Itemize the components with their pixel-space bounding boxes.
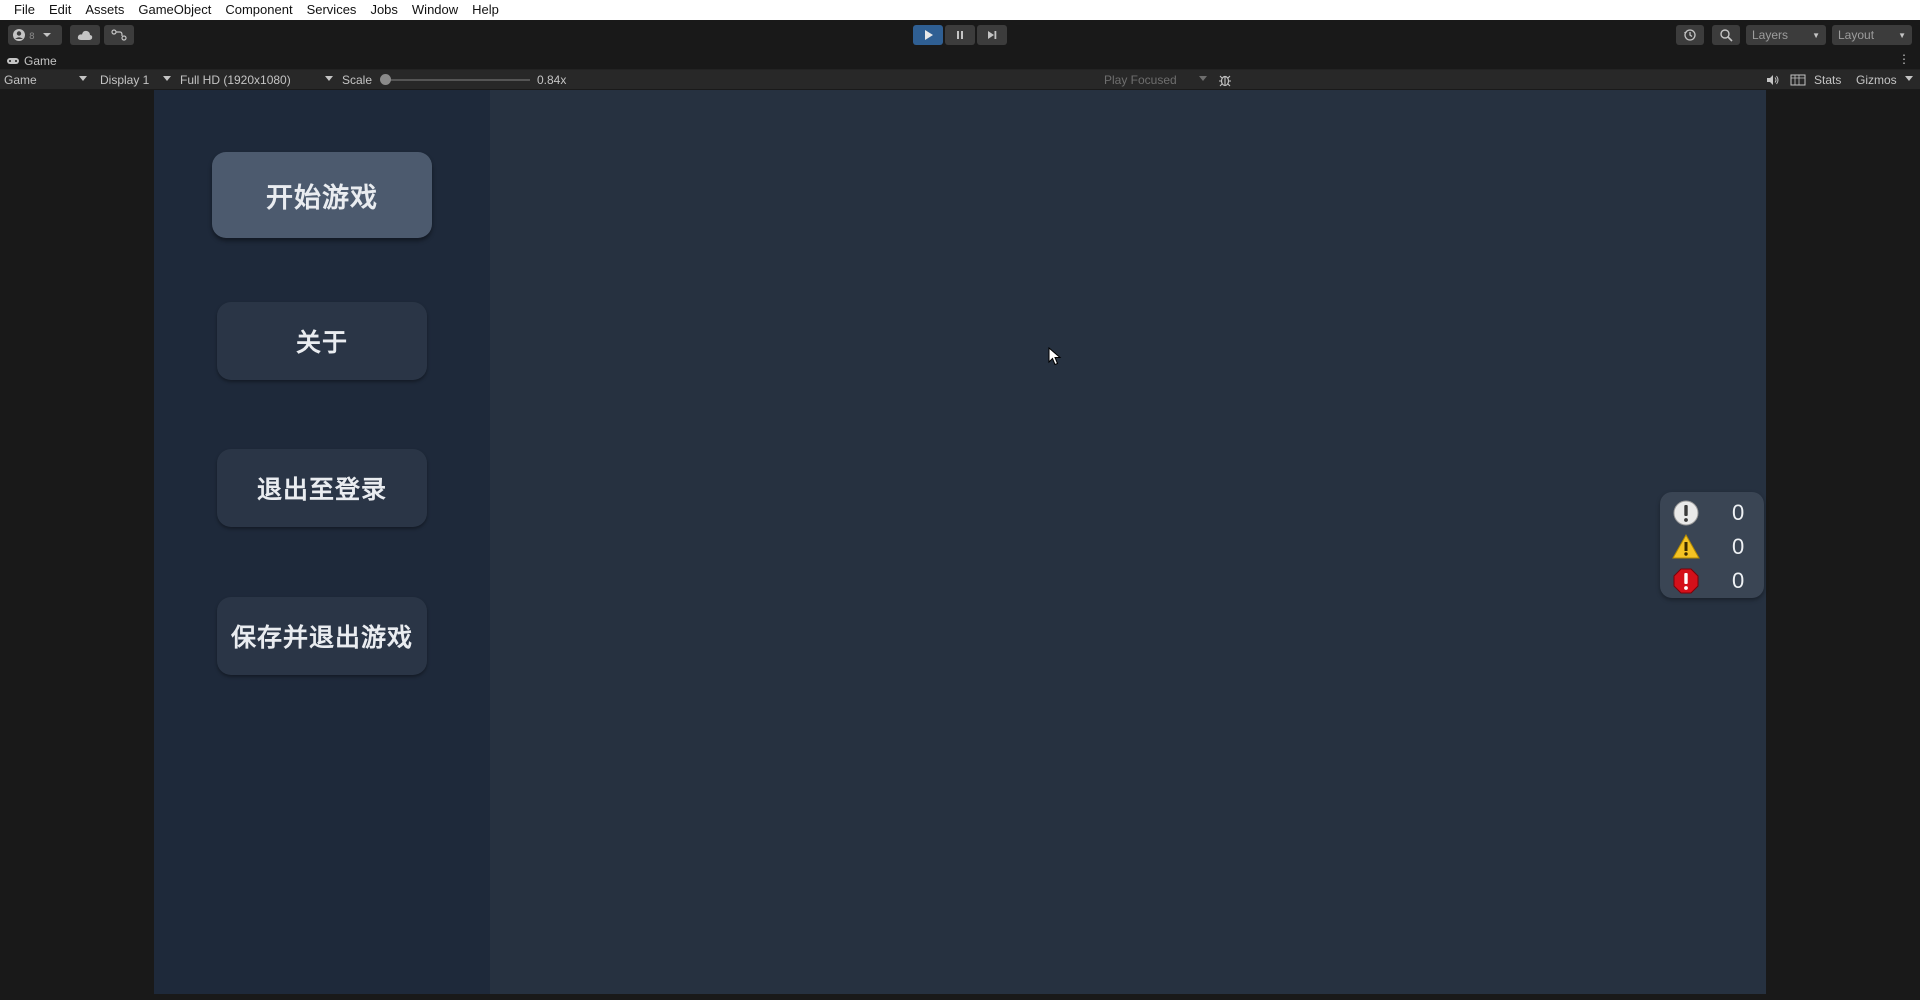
view-mode-label: Game [4, 73, 37, 87]
game-viewport[interactable]: 开始游戏 关于 退出至登录 保存并退出游戏 0 0 0 [0, 90, 1920, 994]
about-button[interactable]: 关于 [217, 302, 427, 380]
account-icon: 8 [13, 29, 51, 42]
gizmos-dropdown[interactable]: Gizmos [1852, 70, 1916, 90]
scale-label: Scale [342, 73, 373, 87]
chevron-down-icon: ▼ [1898, 30, 1906, 40]
menu-help[interactable]: Help [465, 0, 506, 20]
layers-dropdown[interactable]: Layers ▼ [1746, 25, 1826, 45]
menu-edit[interactable]: Edit [42, 0, 78, 20]
account-button[interactable]: 8 [8, 25, 62, 45]
cloud-icon [77, 30, 93, 40]
step-button[interactable] [977, 25, 1007, 45]
aspect-button[interactable] [1786, 70, 1810, 90]
tab-title: Game [24, 54, 57, 68]
tab-bar: Game ⋮ [0, 50, 1920, 70]
status-strip [0, 994, 1920, 1000]
chevron-down-icon [325, 76, 333, 81]
scale-value: 0.84x [537, 73, 567, 87]
layout-label: Layout [1838, 28, 1875, 42]
chevron-down-icon [1905, 76, 1913, 81]
grid-icon [1790, 74, 1806, 86]
search-button[interactable] [1712, 25, 1740, 45]
error-count: 0 [1732, 568, 1745, 593]
layers-label: Layers [1752, 28, 1789, 42]
stats-button[interactable]: Stats [1810, 70, 1845, 90]
game-canvas[interactable]: 开始游戏 关于 退出至登录 保存并退出游戏 [154, 90, 1766, 994]
menu-file[interactable]: File [7, 0, 42, 20]
collab-icon [111, 29, 127, 41]
pause-icon [957, 31, 963, 39]
collab-button[interactable] [104, 25, 134, 45]
error-icon [1673, 568, 1699, 594]
tab-game[interactable]: Game [6, 52, 57, 70]
gizmos-label: Gizmos [1856, 73, 1897, 87]
console-summary-panel[interactable]: 0 0 0 [1660, 492, 1764, 598]
chevron-down-icon: ▼ [1812, 30, 1820, 40]
scale-slider-track[interactable] [386, 79, 530, 81]
game-view-bar: Game Display 1 Full HD (1920x1080) Scale… [0, 70, 1920, 90]
warning-log-row: 0 [1672, 533, 1744, 561]
layout-dropdown[interactable]: Layout ▼ [1832, 25, 1912, 45]
play-button[interactable] [913, 25, 943, 45]
info-log-row: 0 [1672, 499, 1744, 527]
play-icon [925, 30, 933, 40]
menu-component[interactable]: Component [218, 0, 299, 20]
warning-count: 0 [1732, 534, 1745, 559]
gamepad-icon [7, 58, 19, 64]
speaker-icon [1767, 75, 1779, 85]
chevron-down-icon [79, 76, 87, 81]
more-options-icon[interactable]: ⋮ [1898, 52, 1910, 66]
main-toolbar: 8 Layers ▼ Layout ▼ [0, 20, 1920, 50]
history-button[interactable] [1676, 25, 1704, 45]
play-mode-label: Play Focused [1104, 73, 1177, 87]
resolution-label: Full HD (1920x1080) [180, 73, 291, 87]
audio-mute-button[interactable] [1762, 70, 1784, 90]
menu-bar: File Edit Assets GameObject Component Se… [0, 0, 1920, 20]
menu-assets[interactable]: Assets [78, 0, 131, 20]
history-icon [1684, 29, 1696, 41]
play-mode-dropdown[interactable]: Play Focused [1100, 70, 1210, 90]
menu-gameobject[interactable]: GameObject [131, 0, 218, 20]
resolution-dropdown[interactable]: Full HD (1920x1080) [176, 70, 336, 90]
cloud-button[interactable] [70, 25, 100, 45]
chevron-down-icon [163, 76, 171, 81]
menu-services[interactable]: Services [300, 0, 364, 20]
display-dropdown[interactable]: Display 1 [96, 70, 174, 90]
search-icon [1720, 29, 1733, 42]
menu-window[interactable]: Window [405, 0, 465, 20]
warning-icon [1672, 533, 1700, 559]
bug-icon [1219, 75, 1231, 87]
menu-jobs[interactable]: Jobs [363, 0, 404, 20]
bug-button[interactable] [1214, 70, 1236, 90]
pause-button[interactable] [945, 25, 975, 45]
scale-slider-thumb[interactable] [380, 74, 391, 85]
step-icon [988, 31, 997, 39]
svg-text:8: 8 [29, 32, 35, 42]
info-icon [1673, 500, 1699, 526]
info-count: 0 [1732, 500, 1745, 525]
display-label: Display 1 [100, 73, 150, 87]
mouse-cursor-icon [1048, 347, 1062, 366]
exit-to-login-button[interactable]: 退出至登录 [217, 449, 427, 527]
save-and-quit-button[interactable]: 保存并退出游戏 [217, 597, 427, 675]
error-log-row: 0 [1672, 567, 1744, 595]
view-mode-dropdown[interactable]: Game [0, 70, 90, 90]
start-game-button[interactable]: 开始游戏 [212, 152, 432, 238]
chevron-down-icon [1199, 76, 1207, 81]
